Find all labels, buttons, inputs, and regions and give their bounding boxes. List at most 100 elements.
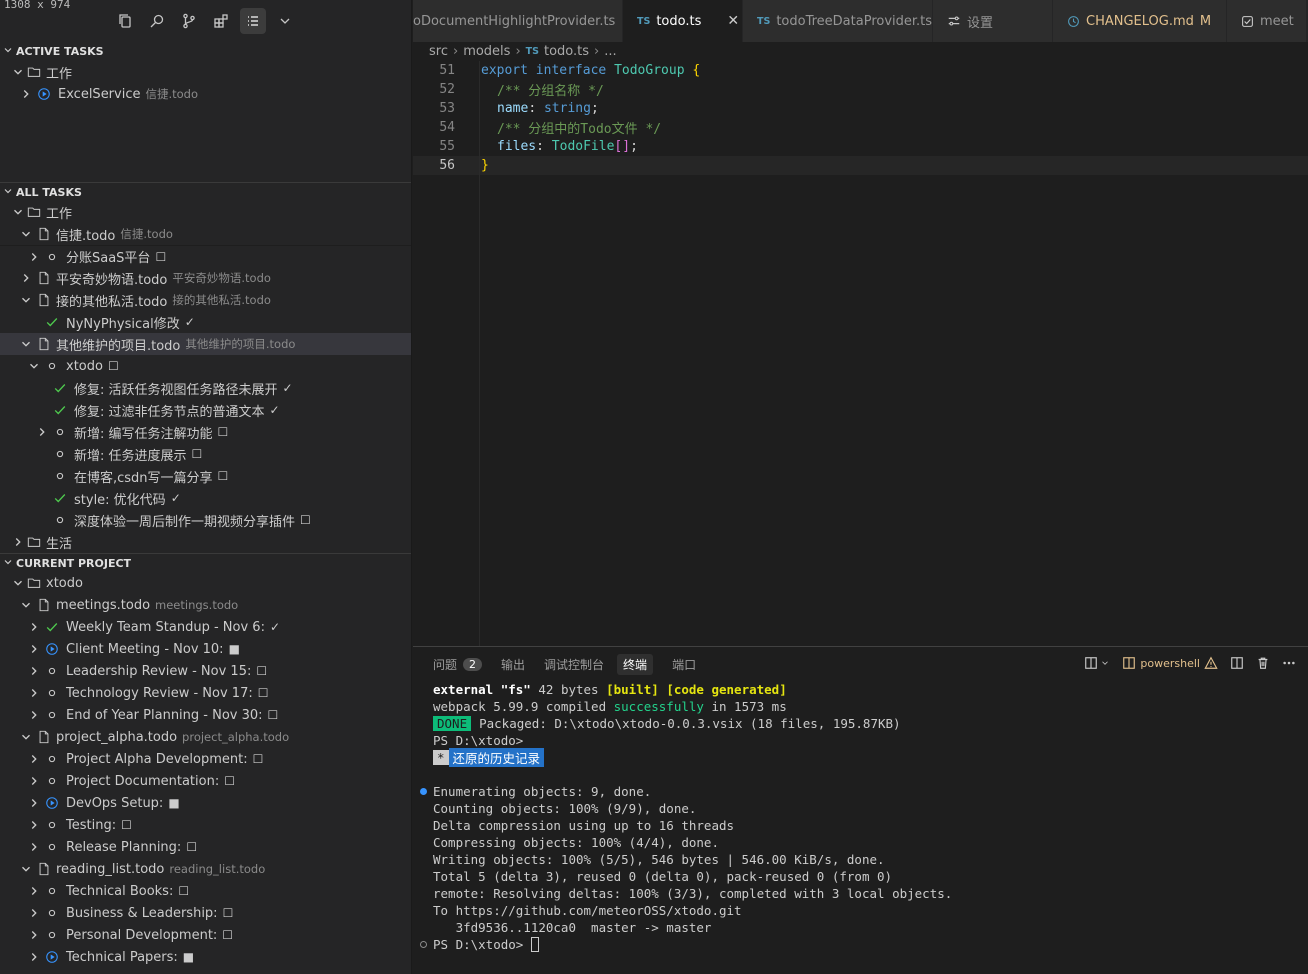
section-active-tasks[interactable]: ACTIVE TASKS (0, 42, 411, 61)
tab-output[interactable]: 输出 (501, 656, 525, 673)
circle-icon (52, 512, 68, 528)
tree-file[interactable]: 接的其他私活.todo 接的其他私活.todo (0, 289, 411, 311)
task-label: xtodo (66, 358, 103, 374)
chevron-down-icon (18, 597, 34, 613)
tree-task[interactable]: 在博客,csdn写一篇分享 ☐ (0, 465, 411, 487)
tree-task[interactable]: 分账SaaS平台 ☐ (0, 245, 411, 267)
circle-icon (44, 707, 60, 723)
tree-task[interactable]: 修复: 过滤非任务节点的普通文本 ✓ (0, 399, 411, 421)
section-current-project[interactable]: CURRENT PROJECT (0, 553, 411, 572)
tree-file[interactable]: reading_list.todo reading_list.todo (0, 858, 411, 880)
tree-task[interactable]: 新增: 任务进度展示 ☐ (0, 443, 411, 465)
terminal-prompt: PS D:\xtodo> (433, 733, 524, 748)
code-line-current[interactable]: 56 } (413, 156, 1308, 175)
tree-folder[interactable]: 工作 (0, 61, 411, 83)
terminal-profile[interactable]: powershell (1122, 656, 1218, 670)
item-label: ExcelService (58, 86, 141, 102)
chevron-right-icon (26, 949, 42, 965)
check-icon (44, 314, 60, 330)
tree-task[interactable]: Release Planning: ☐ (0, 836, 411, 858)
terminal-prompt-current[interactable]: PS D:\xtodo> (420, 936, 1308, 953)
task-status: ☐ (186, 840, 198, 854)
tree-task[interactable]: 新增: 编写任务注解功能 ☐ (0, 421, 411, 443)
section-all-tasks[interactable]: ALL TASKS (0, 182, 411, 201)
line-number: 53 (439, 101, 455, 116)
tree-file[interactable]: project_alpha.todo project_alpha.todo (0, 726, 411, 748)
tree-task[interactable]: Weekly Team Standup - Nov 6: ✓ (0, 616, 411, 638)
tree-file[interactable]: meetings.todo meetings.todo (0, 594, 411, 616)
circle-icon (44, 839, 60, 855)
tab-meetings[interactable]: meet (1227, 0, 1307, 42)
circle-icon (44, 927, 60, 943)
tree-task[interactable]: 修复: 活跃任务视图任务路径未展开 ✓ (0, 377, 411, 399)
tree-folder[interactable]: xtodo (0, 572, 411, 594)
more-icon[interactable] (1282, 656, 1296, 670)
tree-task[interactable]: Leadership Review - Nov 15: ☐ (0, 660, 411, 682)
tree-folder[interactable]: 工作 (0, 201, 411, 223)
done-badge: DONE (433, 716, 472, 731)
search-icon[interactable] (144, 8, 170, 34)
split-terminal-icon[interactable] (1230, 656, 1244, 670)
tab-ports[interactable]: 端口 (672, 656, 696, 673)
file-icon (36, 861, 52, 877)
circle-icon (52, 446, 68, 462)
code-editor[interactable]: 51 export interface TodoGroup { 52 /** 分… (413, 61, 1308, 646)
tree-file[interactable]: 平安奇妙物语.todo 平安奇妙物语.todo (0, 267, 411, 289)
terminal-line: Enumerating objects: 9, done. (420, 783, 1308, 800)
tab-document-highlight-provider[interactable]: oDocumentHighlightProvider.ts (413, 0, 623, 42)
tree-task[interactable]: Testing: ☐ (0, 814, 411, 836)
tab-label: todo.ts (656, 13, 702, 29)
breadcrumb-models[interactable]: models (463, 44, 510, 59)
breadcrumb-symbol[interactable]: ... (604, 44, 616, 59)
tree-task[interactable]: End of Year Planning - Nov 30: ☐ (0, 704, 411, 726)
tree-task[interactable]: Technical Papers: ■ (0, 946, 411, 968)
breadcrumb-src[interactable]: src (429, 44, 448, 59)
tree-task[interactable]: style: 优化代码 ✓ (0, 487, 411, 509)
chevron-right-icon (26, 751, 42, 767)
tab-debug-console[interactable]: 调试控制台 (544, 656, 604, 673)
tree-task[interactable]: Technology Review - Nov 17: ☐ (0, 682, 411, 704)
extensions-icon[interactable] (208, 8, 234, 34)
tree-task[interactable]: DevOps Setup: ■ (0, 792, 411, 814)
chevron-right-icon (26, 619, 42, 635)
tab-todo-ts[interactable]: TS todo.ts ✕ (623, 0, 743, 42)
trash-icon[interactable] (1256, 656, 1270, 670)
tree-task[interactable]: Project Alpha Development: ☐ (0, 748, 411, 770)
terminal-cursor (530, 937, 539, 952)
breadcrumb-file[interactable]: todo.ts (544, 44, 589, 59)
tab-changelog[interactable]: CHANGELOG.md M (1053, 0, 1227, 42)
tree-task[interactable]: Personal Development: ☐ (0, 924, 411, 946)
todo-list-icon[interactable] (240, 8, 266, 34)
breadcrumb: src › models › TS todo.ts › ... (413, 42, 1308, 61)
tree-task[interactable]: NyNyPhysical修改 ✓ (0, 311, 411, 333)
tree-task[interactable]: Business & Leadership: ☐ (0, 902, 411, 924)
tab-terminal[interactable]: 终端 (617, 653, 654, 675)
code-line[interactable]: 55 files: TodoFile[]; (413, 137, 1308, 156)
tab-settings[interactable]: 设置 (933, 0, 1053, 42)
copy-icon[interactable] (112, 8, 138, 34)
tree-item[interactable]: ExcelService 信捷.todo (0, 83, 411, 105)
new-terminal-icon[interactable] (1084, 656, 1110, 670)
task-label: End of Year Planning - Nov 30: (66, 707, 263, 723)
tree-folder[interactable]: 生活 (0, 531, 411, 553)
source-control-icon[interactable] (176, 8, 202, 34)
tree-task[interactable]: xtodo ☐ (0, 355, 411, 377)
tree-task[interactable]: Project Documentation: ☐ (0, 770, 411, 792)
chevron-right-icon (26, 795, 42, 811)
code-line[interactable]: 52 /** 分组名称 */ (413, 80, 1308, 99)
tree-task[interactable]: 深度体验一周后制作一期视频分享插件 ☐ (0, 509, 411, 531)
tab-todo-tree-data-provider[interactable]: TS todoTreeDataProvider.ts (743, 0, 933, 42)
code-line[interactable]: 54 /** 分组中的Todo文件 */ (413, 118, 1308, 137)
chevron-down-icon (10, 64, 26, 80)
terminal-output[interactable]: external "fs" 42 bytes [built] [code gen… (413, 681, 1308, 953)
chevron-down-icon[interactable] (272, 8, 298, 34)
tree-file[interactable]: 信捷.todo 信捷.todo (0, 223, 411, 245)
tree-task[interactable]: Client Meeting - Nov 10: ■ (0, 638, 411, 660)
code-line[interactable]: 53 name: string; (413, 99, 1308, 118)
code-line[interactable]: 51 export interface TodoGroup { (413, 61, 1308, 80)
tree-task[interactable]: Technical Books: ☐ (0, 880, 411, 902)
close-icon[interactable]: ✕ (727, 13, 739, 29)
tree-file[interactable]: 其他维护的项目.todo 其他维护的项目.todo (0, 333, 411, 355)
tab-problems[interactable]: 问题 2 (433, 656, 483, 673)
brace: { (692, 63, 701, 78)
